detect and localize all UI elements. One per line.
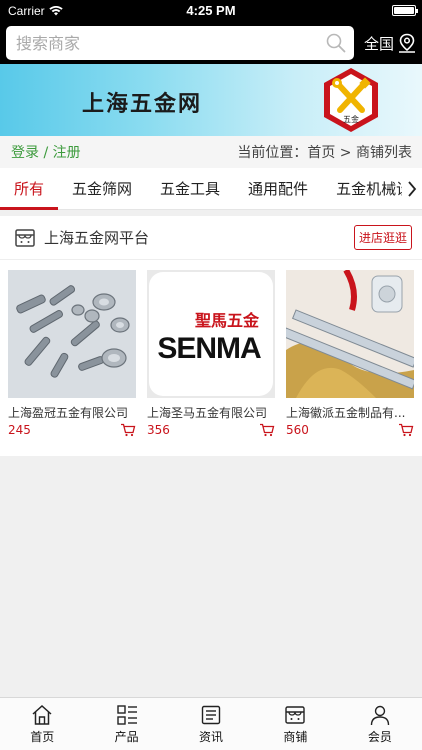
tab-accessories[interactable]: 通用配件 xyxy=(234,168,322,209)
product-meta: 356 xyxy=(147,423,275,437)
cart-icon[interactable] xyxy=(259,423,275,437)
product-price: 560 xyxy=(286,423,309,437)
banner-title: 上海五金网 xyxy=(82,91,203,117)
logo-text: 五金 xyxy=(343,114,359,124)
region-label: 全国 xyxy=(363,34,394,53)
search-box[interactable] xyxy=(6,26,354,60)
tabbar-item-news[interactable]: 资讯 xyxy=(169,698,253,750)
breadcrumb: 登录 / 注册 当前位置：首页 > 商铺列表 xyxy=(0,136,422,168)
tabbar-label: 会员 xyxy=(367,730,392,744)
store-icon xyxy=(15,228,35,247)
tab-label: 五金筛网 xyxy=(72,180,133,198)
product-list-icon xyxy=(116,705,137,725)
product-name: 上海盈冠五金有限公司 xyxy=(8,406,129,420)
product-grid: 上海盈冠五金有限公司 245 聖馬五金 SENMA 上海圣马五金有限公司 356… xyxy=(0,260,422,437)
product-image-drawer-slides[interactable] xyxy=(286,270,414,398)
shop-icon xyxy=(285,706,306,724)
product-name: 上海徽派五金制品有... xyxy=(286,406,406,420)
product-image-senma-logo[interactable]: 聖馬五金 SENMA xyxy=(147,270,275,398)
tab-tools[interactable]: 五金工具 xyxy=(146,168,234,209)
cart-icon[interactable] xyxy=(120,423,136,437)
tabbar-label: 商铺 xyxy=(283,730,308,744)
tab-all[interactable]: 所有 xyxy=(0,168,59,210)
tabbar-item-home[interactable]: 首页 xyxy=(0,698,84,750)
search-row: 全国 xyxy=(0,22,422,64)
bottom-tab-bar: 首页 产品 资讯 商铺 会员 xyxy=(0,697,422,750)
category-tabs: 所有 五金筛网 五金工具 通用配件 五金机械设 xyxy=(0,168,422,210)
tab-label: 五金工具 xyxy=(160,180,221,198)
tabbar-item-member[interactable]: 会员 xyxy=(338,698,422,750)
senma-cn-text: 聖馬五金 xyxy=(195,311,260,330)
search-input[interactable] xyxy=(16,33,326,53)
product-meta: 560 xyxy=(286,423,414,437)
tabbar-item-shops[interactable]: 商铺 xyxy=(253,698,337,750)
member-icon xyxy=(370,705,390,726)
tabs-scroll-button[interactable] xyxy=(402,168,422,209)
shop-card: 上海五金网平台 进店逛逛 上海盈冠五金有限公司 245 聖馬五金 SENMA 上… xyxy=(0,216,422,456)
banner: 上海五金网 五金 xyxy=(0,64,422,136)
tab-label: 五金机械设 xyxy=(336,180,412,198)
product-card[interactable]: 上海徽派五金制品有... 560 xyxy=(286,270,414,437)
visit-shop-button[interactable]: 进店逛逛 xyxy=(353,225,412,250)
product-image-fasteners[interactable] xyxy=(8,270,136,398)
status-bar: Carrier 4:25 PM xyxy=(0,0,422,22)
home-icon xyxy=(32,704,52,725)
news-icon xyxy=(201,705,221,725)
battery-group xyxy=(392,5,418,16)
tabbar-label: 首页 xyxy=(30,730,55,744)
hardware-logo-icon: 五金 xyxy=(324,68,378,132)
shop-header: 上海五金网平台 进店逛逛 xyxy=(0,216,422,260)
status-time: 4:25 PM xyxy=(186,3,236,18)
product-meta: 245 xyxy=(8,423,136,437)
tab-label: 所有 xyxy=(14,180,45,198)
tabbar-label: 产品 xyxy=(114,730,139,744)
breadcrumb-location: 当前位置：首页 > 商铺列表 xyxy=(237,145,412,161)
product-card[interactable]: 上海盈冠五金有限公司 245 xyxy=(8,270,136,437)
product-name: 上海圣马五金有限公司 xyxy=(147,406,268,420)
product-card[interactable]: 聖馬五金 SENMA 上海圣马五金有限公司 356 xyxy=(147,270,275,437)
login-register-link[interactable]: 登录 / 注册 xyxy=(11,142,81,162)
region-selector[interactable]: 全国 xyxy=(364,33,416,54)
location-pin-icon xyxy=(399,33,415,53)
search-icon[interactable] xyxy=(326,33,346,53)
tabbar-label: 资讯 xyxy=(199,730,224,744)
senma-en-text: SENMA xyxy=(157,332,261,365)
product-price: 356 xyxy=(147,423,170,437)
shop-name[interactable]: 上海五金网平台 xyxy=(44,227,354,248)
tab-label: 通用配件 xyxy=(248,180,309,198)
top-bar: Carrier 4:25 PM 全国 xyxy=(0,0,422,64)
product-price: 245 xyxy=(8,423,31,437)
cart-icon[interactable] xyxy=(398,423,414,437)
chevron-right-icon xyxy=(408,180,417,197)
tabbar-item-products[interactable]: 产品 xyxy=(84,698,168,750)
battery-icon xyxy=(392,5,418,16)
battery-level xyxy=(394,7,414,14)
tab-screen-mesh[interactable]: 五金筛网 xyxy=(58,168,146,209)
